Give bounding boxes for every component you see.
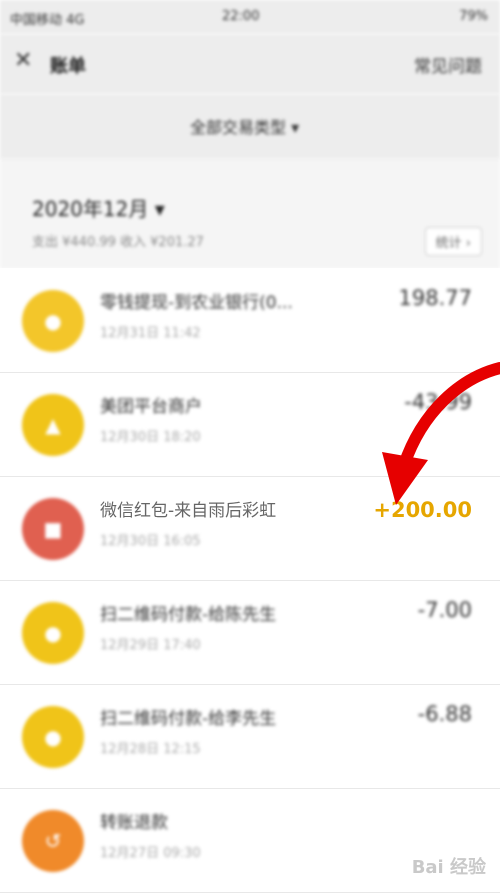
- month-selector[interactable]: 2020年12月 ▾: [32, 193, 165, 222]
- status-bar: 中国移动 4G 22:00 79%: [0, 0, 500, 34]
- filter-bar: 全部交易类型 ▾: [0, 94, 500, 158]
- transaction-type-filter[interactable]: 全部交易类型 ▾: [190, 114, 299, 138]
- transaction-time: 12月30日 16:05: [100, 534, 201, 549]
- money-bag-icon: ●: [22, 602, 84, 664]
- chevron-right-icon: ›: [465, 236, 471, 251]
- transaction-row[interactable]: ● 零钱提现-到农业银行(0... 12月31日 11:42 198.77: [0, 268, 500, 373]
- transaction-amount: 198.77: [398, 286, 472, 310]
- transaction-time: 12月27日 09:30: [100, 846, 201, 861]
- transaction-name: 零钱提现-到农业银行(0...: [100, 293, 293, 313]
- annotation-arrow-icon: [382, 362, 500, 505]
- chevron-down-icon: ▾: [291, 118, 300, 137]
- money-bag-icon: ●: [22, 706, 84, 768]
- faq-button[interactable]: 常见问题: [414, 52, 482, 77]
- transaction-name: 微信红包-来自雨后彩虹: [100, 501, 277, 521]
- coin-icon: ●: [22, 290, 84, 352]
- month-summary: 支出 ¥440.99 收入 ¥201.27: [32, 235, 204, 250]
- month-header: 2020年12月 ▾ 支出 ¥440.99 收入 ¥201.27 统计 ›: [0, 158, 500, 269]
- refund-icon: ↺: [22, 810, 84, 872]
- kangaroo-icon: ▲: [22, 394, 84, 456]
- month-label: 2020年12月: [32, 197, 149, 221]
- transaction-name: 美团平台商户: [100, 397, 202, 417]
- stats-label: 统计: [435, 236, 462, 251]
- status-left: 中国移动 4G: [10, 9, 84, 28]
- transaction-name: 转账退款: [100, 813, 168, 833]
- transaction-time: 12月31日 11:42: [100, 326, 201, 341]
- nav-bar: ✕ 账单 常见问题: [0, 34, 500, 94]
- transaction-time: 12月30日 18:20: [100, 430, 201, 445]
- transaction-amount: -7.00: [417, 598, 472, 622]
- transaction-time: 12月29日 17:40: [100, 638, 201, 653]
- stats-button[interactable]: 统计 ›: [424, 227, 482, 256]
- transaction-amount: -6.88: [417, 702, 472, 726]
- transaction-name: 扫二维码付款-给陈先生: [100, 605, 277, 625]
- transaction-row[interactable]: ● 扫二维码付款-给陈先生 12月29日 17:40 -7.00: [0, 580, 500, 685]
- status-time: 22:00: [222, 9, 260, 24]
- filter-label: 全部交易类型: [190, 118, 287, 137]
- transaction-time: 12月28日 12:15: [100, 742, 201, 757]
- page-title: 账单: [50, 56, 86, 77]
- carrier-label: 中国移动 4G: [10, 13, 85, 28]
- close-icon[interactable]: ✕: [14, 48, 32, 73]
- transaction-name: 扫二维码付款-给李先生: [100, 709, 277, 729]
- transaction-row[interactable]: ● 扫二维码付款-给李先生 12月28日 12:15 -6.88: [0, 684, 500, 789]
- battery-label: 79%: [459, 9, 488, 24]
- watermark: Bai 经验: [411, 857, 486, 878]
- red-packet-icon: ■: [22, 498, 84, 560]
- caret-down-icon: ▾: [154, 197, 165, 221]
